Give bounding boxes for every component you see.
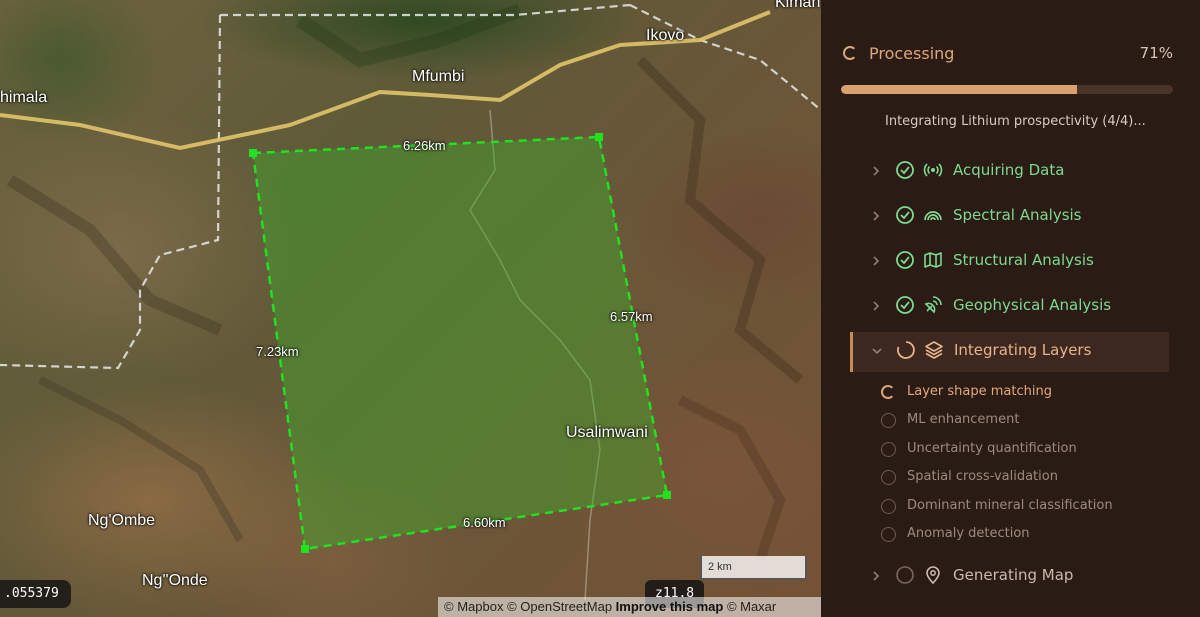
loading-spinner-icon	[843, 46, 857, 60]
attribution-mapbox-link[interactable]: © Mapbox	[444, 599, 503, 614]
step-label: Geophysical Analysis	[953, 296, 1112, 314]
distance-label-right: 6.57km	[610, 309, 653, 324]
vertex-handle-ne[interactable]	[595, 133, 603, 141]
check-circle-icon	[895, 250, 915, 270]
substep-label: Dominant mineral classification	[907, 498, 1113, 513]
empty-circle-icon	[881, 527, 896, 542]
empty-circle-icon	[881, 442, 896, 457]
substep-uncertainty-quantification: Uncertainty quantification	[881, 438, 1161, 460]
substep-label: Spatial cross-validation	[907, 469, 1058, 484]
improve-map-link[interactable]: Improve this map	[616, 599, 724, 614]
scale-bar: 2 km	[700, 556, 807, 580]
empty-circle-icon	[881, 470, 896, 485]
substep-dominant-mineral-classification: Dominant mineral classification	[881, 495, 1161, 517]
loading-spinner-icon	[881, 385, 895, 399]
step-generating-map[interactable]: Generating Map	[849, 557, 1169, 597]
step-integrating-layers[interactable]: Integrating Layers	[850, 332, 1169, 372]
scale-label: 2 km	[708, 561, 732, 573]
distance-label-top: 6.26km	[403, 138, 446, 153]
place-label: Kiman	[775, 0, 821, 11]
step-spectral-analysis[interactable]: Spectral Analysis	[849, 197, 1169, 237]
progress-bar-fill	[841, 85, 1077, 94]
substep-spatial-cross-validation: Spatial cross-validation	[881, 466, 1161, 488]
step-label: Integrating Layers	[954, 341, 1092, 359]
substep-label: Layer shape matching	[907, 384, 1052, 399]
substep-label: ML enhancement	[907, 412, 1020, 427]
vertex-handle-se[interactable]	[663, 491, 671, 499]
map-icon	[923, 250, 943, 270]
substep-anomaly-detection: Anomaly detection	[881, 523, 1161, 545]
place-label: Mfumbi	[412, 68, 465, 85]
satellite-map[interactable]: Kiman Ikovo Mfumbi himala Usalimwani Ng'…	[0, 0, 821, 617]
step-label: Generating Map	[953, 566, 1074, 584]
status-text: Integrating Lithium prospectivity (4/4).…	[885, 114, 1146, 129]
distance-label-left: 7.23km	[256, 344, 299, 359]
place-label: Usalimwani	[566, 424, 648, 441]
chevron-right-icon[interactable]	[869, 208, 883, 224]
loading-spinner-icon	[896, 340, 916, 360]
place-label: himala	[0, 89, 48, 106]
empty-circle-icon	[895, 565, 915, 585]
check-circle-icon	[895, 205, 915, 225]
step-geophysical-analysis[interactable]: Geophysical Analysis	[849, 287, 1169, 327]
processing-header: Processing 71%	[841, 44, 1173, 64]
processing-panel: Processing 71% Integrating Lithium prosp…	[821, 0, 1200, 617]
attribution-osm-link[interactable]: © OpenStreetMap	[507, 599, 612, 614]
satellite-dish-icon	[923, 295, 943, 315]
place-label: Ikovo	[646, 27, 685, 44]
chevron-down-icon[interactable]	[870, 343, 884, 359]
vertex-handle-sw[interactable]	[301, 545, 309, 553]
processing-title: Processing	[869, 44, 955, 63]
place-label: Ng'Ombe	[88, 512, 156, 529]
step-label: Structural Analysis	[953, 251, 1094, 269]
boundary-line-east	[629, 4, 821, 111]
area-selection-polygon[interactable]	[251, 135, 669, 551]
map-attribution: © Mapbox © OpenStreetMap Improve this ma…	[438, 597, 821, 617]
vertex-handle-nw[interactable]	[249, 149, 257, 157]
layers-icon	[924, 340, 944, 360]
place-label: Ng''Onde	[142, 572, 208, 589]
substep-layer-shape-matching: Layer shape matching	[881, 381, 1161, 403]
chevron-right-icon[interactable]	[869, 163, 883, 179]
substep-label: Uncertainty quantification	[907, 441, 1077, 456]
step-structural-analysis[interactable]: Structural Analysis	[849, 242, 1169, 282]
step-label: Spectral Analysis	[953, 206, 1082, 224]
empty-circle-icon	[881, 499, 896, 514]
check-circle-icon	[895, 295, 915, 315]
progress-bar	[841, 85, 1173, 94]
substep-ml-enhancement: ML enhancement	[881, 409, 1161, 431]
substep-label: Anomaly detection	[907, 526, 1030, 541]
progress-percent: 71%	[1139, 44, 1173, 62]
step-acquiring-data[interactable]: Acquiring Data	[849, 152, 1169, 192]
rainbow-icon	[923, 205, 943, 225]
attribution-maxar-link[interactable]: © Maxar	[727, 599, 776, 614]
chevron-right-icon[interactable]	[869, 253, 883, 269]
distance-label-bottom: 6.60km	[463, 515, 506, 530]
empty-circle-icon	[881, 413, 896, 428]
coordinate-readout: .055379	[0, 580, 71, 608]
chevron-right-icon[interactable]	[869, 568, 883, 584]
map-pin-icon	[923, 565, 943, 585]
check-circle-icon	[895, 160, 915, 180]
chevron-right-icon[interactable]	[869, 298, 883, 314]
radio-signal-icon	[923, 160, 943, 180]
step-label: Acquiring Data	[953, 161, 1065, 179]
